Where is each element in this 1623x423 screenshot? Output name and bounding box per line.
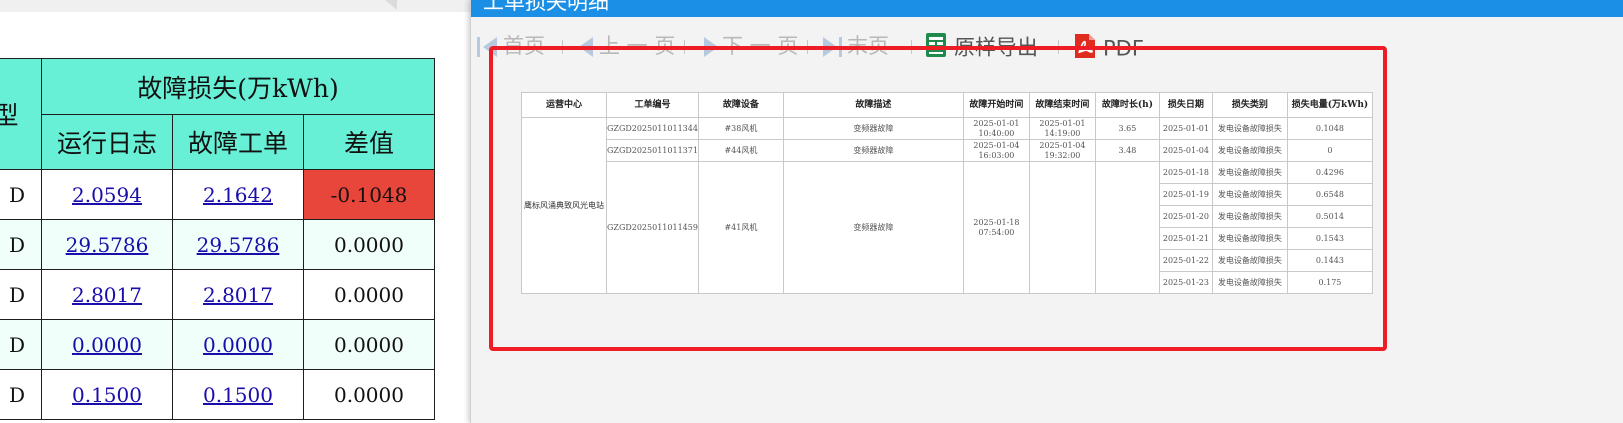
type-header: 型 bbox=[0, 58, 42, 170]
top-strip bbox=[0, 0, 470, 12]
running-log-header: 运行日志 bbox=[41, 114, 173, 170]
difference-cell: 0.0000 bbox=[303, 369, 435, 420]
difference-cell: -0.1048 bbox=[303, 169, 435, 220]
running-log-cell: 0.1500 bbox=[41, 369, 173, 420]
difference-cell: 0.0000 bbox=[303, 219, 435, 270]
fault-loss-row: D 2.8017 2.8017 0.0000 bbox=[0, 269, 435, 320]
row-type-cell: D bbox=[0, 369, 42, 420]
annotation-highlight-box bbox=[489, 46, 1387, 351]
fault-order-cell: 2.1642 bbox=[172, 169, 304, 220]
difference-cell: 0.0000 bbox=[303, 319, 435, 370]
running-log-link[interactable]: 2.8017 bbox=[72, 283, 142, 307]
fault-order-link[interactable]: 0.0000 bbox=[203, 333, 273, 357]
popup-titlebar: 工单损失明细 bbox=[471, 0, 1623, 17]
fault-loss-rows: D 2.0594 2.1642 -0.1048 D 29.5786 29.5786 0.000… bbox=[0, 169, 435, 420]
fault-order-link[interactable]: 2.8017 bbox=[203, 283, 273, 307]
fault-order-link[interactable]: 2.1642 bbox=[203, 183, 273, 207]
running-log-link[interactable]: 0.1500 bbox=[72, 383, 142, 407]
running-log-link[interactable]: 29.5786 bbox=[66, 233, 149, 257]
fault-order-header: 故障工单 bbox=[172, 114, 304, 170]
fault-loss-table: 型 故障损失(万kWh) 运行日志 故障工单 差值 D 2.0594 2.1642 -… bbox=[0, 58, 435, 420]
running-log-link[interactable]: 0.0000 bbox=[72, 333, 142, 357]
difference-header: 差值 bbox=[303, 114, 435, 170]
fault-order-cell: 29.5786 bbox=[172, 219, 304, 270]
popup-title: 工单损失明细 bbox=[483, 0, 609, 14]
fault-order-link[interactable]: 29.5786 bbox=[197, 233, 280, 257]
fault-loss-row: D 0.1500 0.1500 0.0000 bbox=[0, 369, 435, 420]
row-type-cell: D bbox=[0, 319, 42, 370]
running-log-cell: 2.8017 bbox=[41, 269, 173, 320]
row-type-cell: D bbox=[0, 169, 42, 220]
fault-order-cell: 2.8017 bbox=[172, 269, 304, 320]
running-log-link[interactable]: 2.0594 bbox=[72, 183, 142, 207]
fault-order-cell: 0.1500 bbox=[172, 369, 304, 420]
tab-fold bbox=[385, 0, 397, 10]
fault-loss-row: D 0.0000 0.0000 0.0000 bbox=[0, 319, 435, 370]
fault-loss-group-header: 故障损失(万kWh) bbox=[41, 58, 435, 115]
running-log-cell: 29.5786 bbox=[41, 219, 173, 270]
background-report-page: 型 故障损失(万kWh) 运行日志 故障工单 差值 D 2.0594 2.1642 -… bbox=[0, 0, 470, 423]
running-log-cell: 2.0594 bbox=[41, 169, 173, 220]
fault-loss-row: D 2.0594 2.1642 -0.1048 bbox=[0, 169, 435, 220]
difference-cell: 0.0000 bbox=[303, 269, 435, 320]
running-log-cell: 0.0000 bbox=[41, 319, 173, 370]
fault-loss-row: D 29.5786 29.5786 0.0000 bbox=[0, 219, 435, 270]
work-order-loss-popup: 工单损失明细 首页 上 一 页 下 一 页 末页 原样导出 PDF 运营中心 工… bbox=[470, 0, 1623, 423]
fault-order-cell: 0.0000 bbox=[172, 319, 304, 370]
row-type-cell: D bbox=[0, 219, 42, 270]
fault-order-link[interactable]: 0.1500 bbox=[203, 383, 273, 407]
row-type-cell: D bbox=[0, 269, 42, 320]
